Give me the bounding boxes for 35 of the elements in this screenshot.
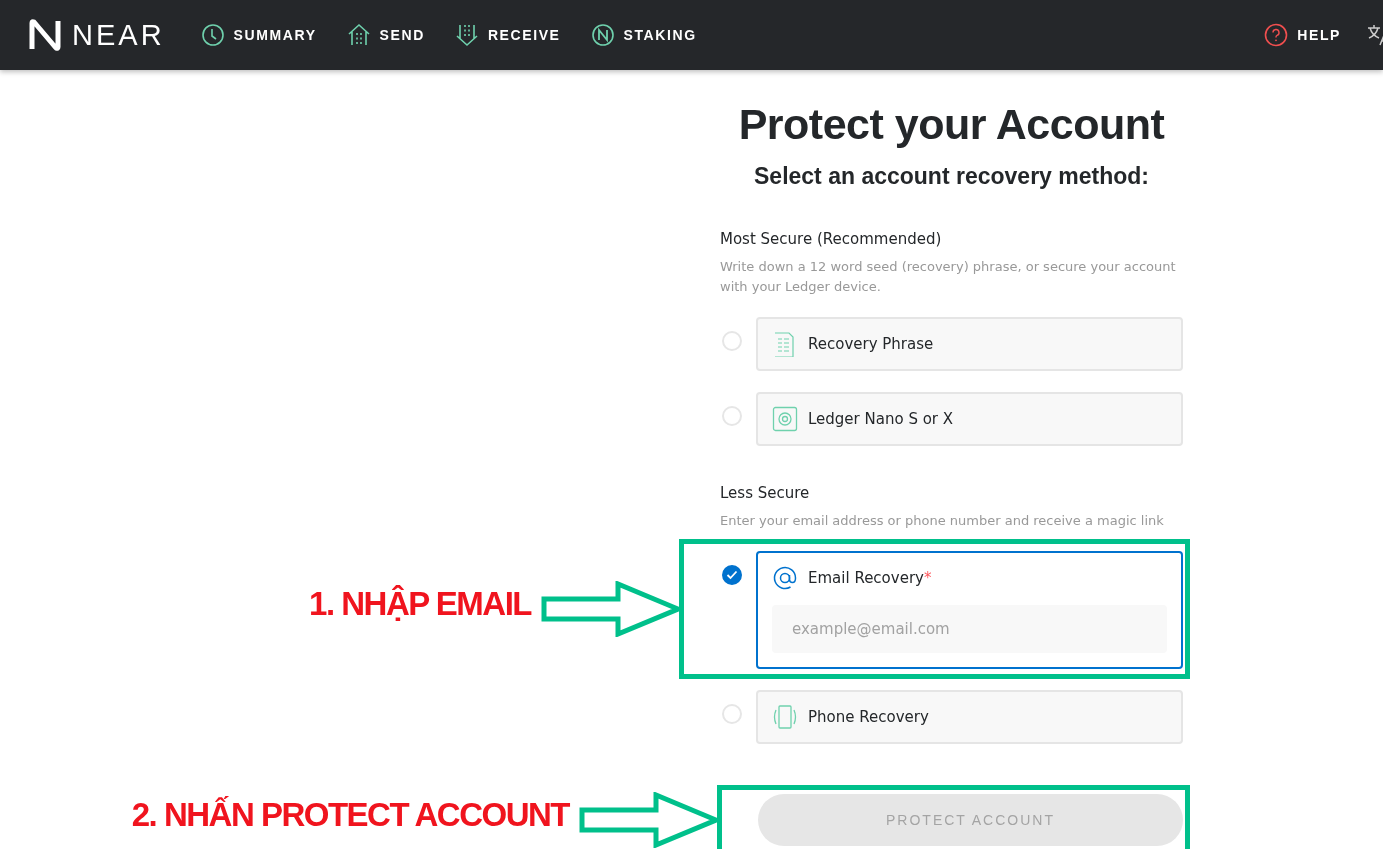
required-mark: * <box>923 569 932 587</box>
phone-icon <box>772 704 798 730</box>
logo-text: NEAR <box>72 18 165 52</box>
nav-link[interactable]: SEND <box>346 23 425 47</box>
help-icon <box>1264 23 1289 47</box>
section-description: Enter your email address or phone number and receive a magic link <box>720 512 1165 530</box>
annotation-text: 1. NHẬP EMAIL <box>309 585 531 623</box>
nav-link[interactable]: SUMMARY <box>200 23 317 47</box>
option-label: Ledger Nano S or X <box>808 410 954 428</box>
option-label: Recovery Phrase <box>808 335 934 353</box>
down-arrow-icon <box>454 23 479 47</box>
page-title: Protect your Account <box>737 100 1166 149</box>
help-link[interactable]: HELP <box>1264 23 1341 47</box>
section-heading: Less Secure <box>720 484 811 502</box>
coin-icon <box>590 23 615 47</box>
section-heading: Most Secure (Recommended) <box>720 230 943 248</box>
up-arrow-icon <box>346 23 371 47</box>
option-label: Phone Recovery <box>808 708 929 726</box>
page-subtitle: Select an account recovery method: <box>753 163 1150 190</box>
radio-button[interactable] <box>722 565 742 585</box>
option-label: Email Recovery <box>808 569 924 587</box>
nav-link[interactable]: STAKING <box>590 23 697 47</box>
option-card[interactable]: Phone Recovery <box>756 690 1183 744</box>
clock-icon <box>200 23 225 47</box>
email-input[interactable]: example@email.com <box>772 605 1167 653</box>
check-icon <box>726 570 738 580</box>
option-card[interactable]: Recovery Phrase <box>756 317 1183 371</box>
chip-icon <box>772 406 798 432</box>
nav-link[interactable]: RECEIVE <box>454 23 561 47</box>
section-description: Write down a 12 word seed (recovery) phrase, or secure your account with your Ledger device. <box>720 258 1177 296</box>
option-card[interactable]: Ledger Nano S or X <box>756 392 1183 446</box>
option-card[interactable]: Email Recovery* example@email.com <box>756 551 1183 669</box>
at-sign-icon <box>772 565 798 591</box>
annotation-text: 2. NHẤN PROTECT ACCOUNT <box>131 796 569 834</box>
near-logo-icon <box>28 18 62 52</box>
